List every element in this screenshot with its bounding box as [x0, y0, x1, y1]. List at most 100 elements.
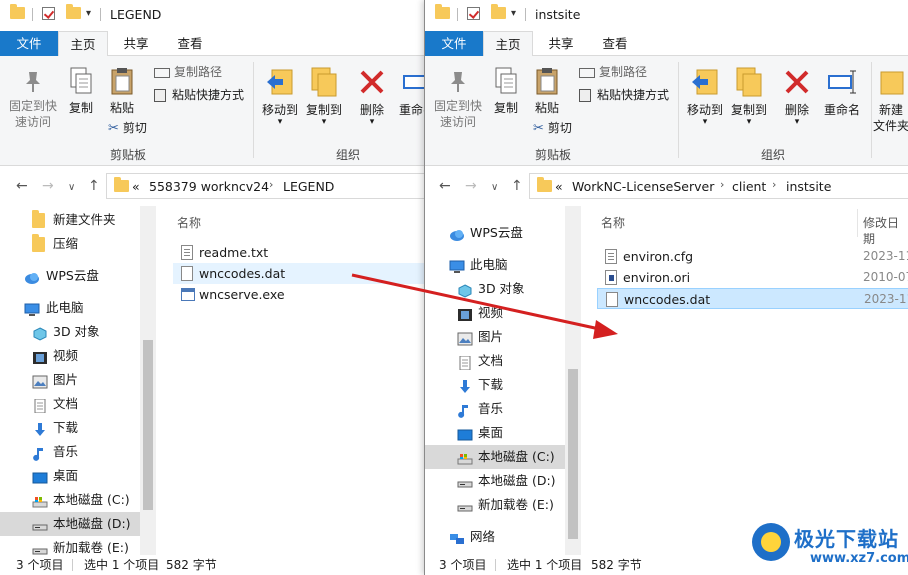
move-to-button[interactable]: 移动到 ▾	[683, 66, 727, 127]
properties-check-icon[interactable]	[42, 7, 55, 20]
address-input[interactable]: « 558379 workncv24 › LEGEND	[106, 173, 440, 199]
nav-item[interactable]: 新加载卷 (E:)	[0, 536, 140, 555]
column-header-name[interactable]: 名称	[601, 215, 625, 231]
copy-path-button[interactable]: 复制路径	[154, 64, 222, 80]
copy-button[interactable]: 复制	[62, 66, 100, 116]
watermark-brand: 极光下载站	[794, 527, 899, 551]
paste-button[interactable]: 粘贴	[102, 66, 142, 116]
tab-file[interactable]: 文件	[0, 31, 58, 56]
file-name: environ.cfg	[623, 249, 694, 264]
tab-share[interactable]: 共享	[535, 31, 587, 56]
nav-item[interactable]: 下载	[0, 416, 140, 440]
breadcrumb-item[interactable]: LEGEND	[283, 179, 334, 195]
paste-shortcut-button[interactable]: 粘贴快捷方式	[154, 87, 244, 103]
file-name: wnccodes.dat	[624, 292, 711, 307]
rename-button[interactable]: 重命名	[817, 66, 867, 118]
nav-item[interactable]: 桌面	[0, 464, 140, 488]
chevron-down-icon[interactable]: ▾	[511, 7, 516, 21]
pin-quick-access-button[interactable]: 固定到快 速访问	[4, 70, 62, 130]
file-row[interactable]: environ.cfg 2023-11	[597, 246, 908, 267]
nav-item[interactable]: WPS云盘	[425, 221, 567, 245]
copy-to-button[interactable]: 复制到 ▾	[727, 66, 771, 127]
breadcrumb-item[interactable]: 558379 workncv24	[149, 179, 269, 195]
properties-check-icon[interactable]	[467, 7, 480, 20]
tab-file[interactable]: 文件	[425, 31, 483, 56]
nav-item[interactable]: 下载	[425, 373, 567, 397]
back-arrow-icon[interactable]: ←	[439, 178, 451, 194]
nav-item-label: 桌面	[478, 425, 504, 440]
breadcrumb-item[interactable]: client	[732, 179, 766, 195]
nav-item[interactable]: 桌面	[425, 421, 567, 445]
nav-item[interactable]: 视频	[425, 301, 567, 325]
paste-button[interactable]: 粘贴	[527, 66, 567, 116]
explorer-window-instsite: ▾ instsite 文件 主页 共享 查看 固定到快 速访问 复制 粘贴 复制…	[424, 0, 908, 575]
breadcrumb-item[interactable]: WorkNC-LicenseServer	[572, 179, 714, 195]
nav-item[interactable]: 本地磁盘 (D:)	[425, 469, 567, 493]
address-input[interactable]: « WorkNC-LicenseServer › client › instsi…	[529, 173, 908, 199]
nav-item[interactable]: 此电脑	[0, 296, 140, 320]
nav-scrollbar[interactable]	[565, 206, 581, 555]
file-row[interactable]: wnccodes.dat 2023-11	[597, 288, 908, 309]
copy-to-button[interactable]: 复制到 ▾	[302, 66, 346, 127]
nav-item[interactable]: 此电脑	[425, 253, 567, 277]
paste-shortcut-button[interactable]: 粘贴快捷方式	[579, 87, 669, 103]
file-modified-date: 2010-07	[863, 270, 908, 284]
file-icon	[606, 292, 618, 307]
pin-quick-access-button[interactable]: 固定到快 速访问	[429, 70, 487, 130]
nav-item[interactable]: 本地磁盘 (C:)	[0, 488, 140, 512]
column-header-modified[interactable]: 修改日期	[863, 215, 908, 247]
tab-home[interactable]: 主页	[483, 31, 533, 57]
delete-x-icon	[785, 70, 809, 94]
nav-item[interactable]: 新建文件夹	[0, 208, 140, 232]
nav-item[interactable]: 图片	[425, 325, 567, 349]
forward-arrow-icon[interactable]: →	[42, 178, 54, 194]
delete-button[interactable]: 删除 ▾	[352, 66, 392, 127]
new-folder-quick-icon[interactable]	[491, 4, 506, 19]
delete-button[interactable]: 删除 ▾	[777, 66, 817, 127]
nav-item[interactable]: 3D 对象	[0, 320, 140, 344]
move-to-button[interactable]: 移动到 ▾	[258, 66, 302, 127]
tab-share[interactable]: 共享	[110, 31, 162, 56]
column-header-name[interactable]: 名称	[177, 215, 201, 231]
nav-item[interactable]: WPS云盘	[0, 264, 140, 288]
nav-item[interactable]: 压缩	[0, 232, 140, 256]
breadcrumb-overflow[interactable]: «	[132, 179, 140, 195]
file-row[interactable]: environ.ori 2010-07	[597, 267, 908, 288]
file-row[interactable]: readme.txt	[173, 242, 363, 263]
tab-view[interactable]: 查看	[589, 31, 641, 56]
nav-item[interactable]: 文档	[0, 392, 140, 416]
nav-item[interactable]: 图片	[0, 368, 140, 392]
new-folder-quick-icon[interactable]	[66, 4, 81, 19]
nav-scrollbar[interactable]	[140, 206, 156, 555]
copy-path-button[interactable]: 复制路径	[579, 64, 647, 80]
nav-item[interactable]: 3D 对象	[425, 277, 567, 301]
nav-item[interactable]: 文档	[425, 349, 567, 373]
move-to-icon	[267, 69, 293, 95]
copy-button[interactable]: 复制	[487, 66, 525, 116]
cut-button[interactable]: ✂ 剪切	[533, 120, 572, 137]
music-icon	[457, 402, 472, 418]
nav-item[interactable]: 音乐	[0, 440, 140, 464]
nav-item[interactable]: 音乐	[425, 397, 567, 421]
nav-item[interactable]: 网络	[425, 525, 567, 549]
tab-view[interactable]: 查看	[164, 31, 216, 56]
back-arrow-icon[interactable]: ←	[16, 178, 28, 194]
document-icon	[457, 354, 472, 371]
breadcrumb-item[interactable]: instsite	[786, 179, 831, 195]
nav-item[interactable]: 视频	[0, 344, 140, 368]
breadcrumb-overflow[interactable]: «	[555, 179, 563, 195]
file-row[interactable]: wnccodes.dat	[173, 263, 440, 284]
forward-arrow-icon[interactable]: →	[465, 178, 477, 194]
cut-button[interactable]: ✂ 剪切	[108, 120, 147, 137]
new-folder-button[interactable]: 新建 文件夹	[871, 66, 908, 134]
nav-item[interactable]: 本地磁盘 (D:)	[0, 512, 140, 536]
up-arrow-icon[interactable]: ↑	[511, 178, 523, 194]
file-row[interactable]: wncserve.exe	[173, 284, 363, 305]
up-arrow-icon[interactable]: ↑	[88, 178, 100, 194]
nav-item[interactable]: 本地磁盘 (C:)	[425, 445, 567, 469]
chevron-down-icon[interactable]: ▾	[86, 7, 91, 21]
recent-chevron-icon[interactable]: ∨	[491, 180, 498, 196]
recent-chevron-icon[interactable]: ∨	[68, 180, 75, 196]
tab-home[interactable]: 主页	[58, 31, 108, 57]
nav-item[interactable]: 新加载卷 (E:)	[425, 493, 567, 517]
